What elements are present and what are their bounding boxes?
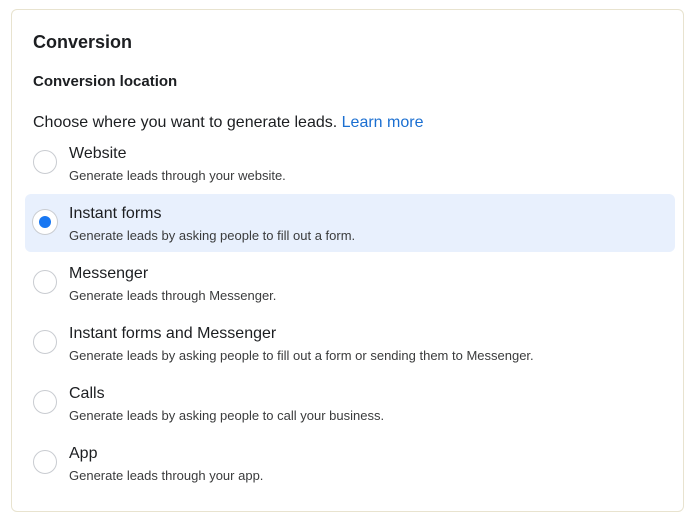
conversion-card: Conversion Conversion location Choose wh…	[11, 9, 684, 512]
option-label: Instant forms and Messenger	[69, 325, 277, 342]
option-description: Generate leads by asking people to fill …	[69, 228, 356, 243]
radio-selected-dot	[39, 216, 51, 228]
option-description: Generate leads by asking people to fill …	[69, 348, 534, 363]
section-title: Conversion	[33, 32, 133, 52]
app-radio[interactable]	[33, 450, 57, 474]
option-website[interactable]: Website Generate leads through your webs…	[25, 134, 675, 192]
option-description: Generate leads through your website.	[69, 168, 286, 183]
option-app[interactable]: App Generate leads through your app.	[25, 434, 675, 492]
option-messenger[interactable]: Messenger Generate leads through Messeng…	[25, 254, 675, 312]
calls-radio[interactable]	[33, 390, 57, 414]
option-instant-forms[interactable]: Instant forms Generate leads by asking p…	[25, 194, 675, 252]
learn-more-link[interactable]: Learn more	[342, 114, 424, 131]
conversion-location-title: Conversion location	[33, 73, 178, 90]
prompt-text: Choose where you want to generate leads.	[33, 114, 338, 131]
option-label: Instant forms	[69, 205, 162, 222]
instant-forms-radio[interactable]	[33, 210, 57, 234]
conversion-location-options: Website Generate leads through your webs…	[25, 134, 675, 494]
option-label: Calls	[69, 385, 105, 402]
option-description: Generate leads through Messenger.	[69, 288, 277, 303]
option-description: Generate leads by asking people to call …	[69, 408, 385, 423]
option-description: Generate leads through your app.	[69, 468, 264, 483]
option-label: Messenger	[69, 265, 149, 282]
messenger-radio[interactable]	[33, 270, 57, 294]
option-label: Website	[69, 145, 127, 162]
option-calls[interactable]: Calls Generate leads by asking people to…	[25, 374, 675, 432]
website-radio[interactable]	[33, 150, 57, 174]
option-instant-forms-and-messenger[interactable]: Instant forms and Messenger Generate lea…	[25, 314, 675, 372]
option-label: App	[69, 445, 98, 462]
instant-forms-and-messenger-radio[interactable]	[33, 330, 57, 354]
conversion-location-prompt: Choose where you want to generate leads.…	[33, 114, 423, 132]
